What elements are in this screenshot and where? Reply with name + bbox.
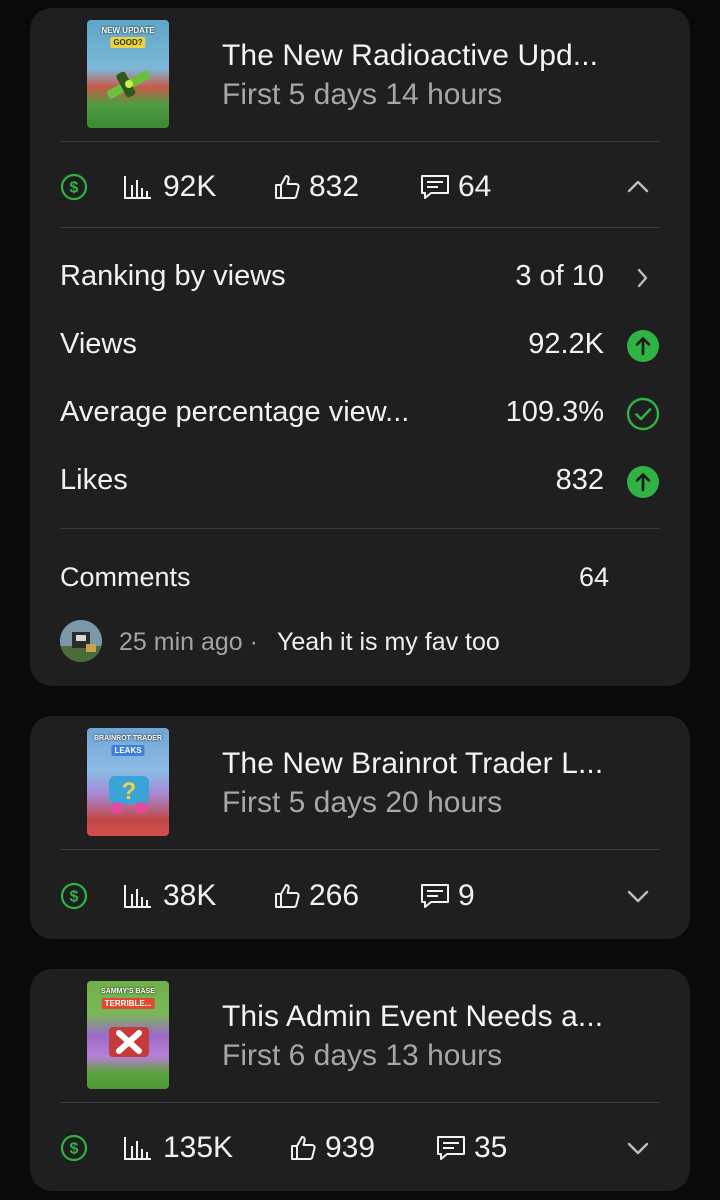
check-circle-icon xyxy=(626,397,660,431)
divider xyxy=(60,1102,660,1103)
thumbnail-x-graphic xyxy=(109,1027,149,1057)
comment-icon xyxy=(437,1136,465,1160)
views-stat: 135K xyxy=(122,1128,233,1168)
dollar-icon[interactable]: $ xyxy=(60,173,88,201)
avatar[interactable] xyxy=(60,620,102,662)
comments-count: 9 xyxy=(458,879,475,912)
comments-stat: 64 xyxy=(418,167,491,207)
thumbs-up-icon xyxy=(275,884,300,908)
comments-value: 64 xyxy=(578,562,609,592)
divider xyxy=(60,227,660,228)
thumbnail-tag: LEAKS xyxy=(111,745,145,756)
thumbnail-mystery-graphic: ? xyxy=(109,776,149,814)
views-count: 92K xyxy=(163,170,217,203)
svg-text:$: $ xyxy=(70,180,79,197)
chevron-down-icon[interactable] xyxy=(624,882,652,910)
likes-count: 939 xyxy=(325,1131,376,1164)
comments-label: Comments xyxy=(60,562,191,592)
video-subtitle: First 5 days 14 hours xyxy=(222,78,503,111)
comments-stat: 35 xyxy=(434,1128,507,1168)
comment-icon xyxy=(421,175,449,199)
likes-stat: 266 xyxy=(272,876,359,916)
views-stat: 92K xyxy=(122,167,216,207)
likes-count: 832 xyxy=(309,170,360,203)
thumbnail-caption: SAMMY'S BASE xyxy=(101,988,155,995)
views-count: 38K xyxy=(163,879,217,912)
thumbnail-tag: TERRIBLE... xyxy=(101,998,155,1009)
dollar-icon[interactable]: $ xyxy=(60,882,88,910)
video-subtitle: First 5 days 20 hours xyxy=(222,786,503,819)
views-value: 92.2K xyxy=(528,328,604,360)
comments-stat: 9 xyxy=(418,876,475,916)
thumbnail-tag: GOOD? xyxy=(110,37,146,48)
likes-count: 266 xyxy=(309,879,360,912)
comment-icon xyxy=(421,884,449,908)
svg-text:?: ? xyxy=(122,778,137,805)
chevron-right-icon[interactable] xyxy=(626,261,660,295)
views-count: 135K xyxy=(163,1131,234,1164)
likes-row: Likes 832 xyxy=(60,464,660,504)
ranking-value: 3 of 10 xyxy=(515,260,604,292)
comments-row[interactable]: Comments 64 xyxy=(60,562,660,602)
views-row: Views 92.2K xyxy=(60,328,660,368)
video-subtitle: First 6 days 13 hours xyxy=(222,1039,503,1072)
arrow-up-circle-icon xyxy=(627,466,659,498)
video-card[interactable]: BRAINROT TRADER LEAKS ? The New Brainrot… xyxy=(30,716,690,939)
video-title[interactable]: The New Radioactive Upd... xyxy=(222,39,598,73)
thumbs-up-icon xyxy=(275,175,300,199)
views-label: Views xyxy=(60,328,137,360)
divider xyxy=(60,141,660,142)
ranking-row[interactable]: Ranking by views 3 of 10 xyxy=(60,260,660,300)
video-thumbnail[interactable]: SAMMY'S BASE TERRIBLE... xyxy=(87,981,169,1089)
thumbnail-caption: NEW UPDATE xyxy=(101,26,155,35)
video-card[interactable]: SAMMY'S BASE TERRIBLE... This Admin Even… xyxy=(30,969,690,1191)
bar-chart-icon xyxy=(124,885,151,908)
views-stat: 38K xyxy=(122,876,216,916)
thumbnail-weapon-graphic xyxy=(106,70,151,99)
video-title[interactable]: The New Brainrot Trader L... xyxy=(222,747,603,781)
video-thumbnail[interactable]: NEW UPDATE GOOD? xyxy=(87,20,169,128)
avg-percentage-label: Average percentage view... xyxy=(60,396,410,428)
bar-chart-icon xyxy=(124,176,151,199)
svg-text:$: $ xyxy=(70,889,79,906)
dollar-icon[interactable]: $ xyxy=(60,1134,88,1162)
likes-stat: 939 xyxy=(288,1128,375,1168)
video-title[interactable]: This Admin Event Needs a... xyxy=(222,1000,603,1034)
chevron-down-icon[interactable] xyxy=(624,1134,652,1162)
thumbnail-caption: BRAINROT TRADER xyxy=(93,735,163,742)
likes-stat: 832 xyxy=(272,167,359,207)
avg-percentage-value: 109.3% xyxy=(505,396,604,428)
video-thumbnail[interactable]: BRAINROT TRADER LEAKS ? xyxy=(87,728,169,836)
arrow-up-circle-icon xyxy=(627,330,659,362)
video-card[interactable]: NEW UPDATE GOOD? The New Radioactive Upd… xyxy=(30,8,690,686)
bar-chart-icon xyxy=(124,1137,151,1160)
comments-count: 64 xyxy=(458,170,492,203)
likes-label: Likes xyxy=(60,464,128,496)
comment-timestamp: 25 min ago · xyxy=(119,628,258,656)
chevron-up-icon[interactable] xyxy=(624,173,652,201)
comment-text[interactable]: Yeah it is my fav too xyxy=(277,628,500,657)
thumbs-up-icon xyxy=(291,1136,316,1160)
ranking-label: Ranking by views xyxy=(60,260,286,292)
avg-percentage-row: Average percentage view... 109.3% xyxy=(60,396,660,436)
divider xyxy=(60,849,660,850)
likes-value: 832 xyxy=(555,464,604,496)
divider xyxy=(60,528,660,529)
svg-text:$: $ xyxy=(70,1141,79,1158)
comments-count: 35 xyxy=(474,1131,508,1164)
